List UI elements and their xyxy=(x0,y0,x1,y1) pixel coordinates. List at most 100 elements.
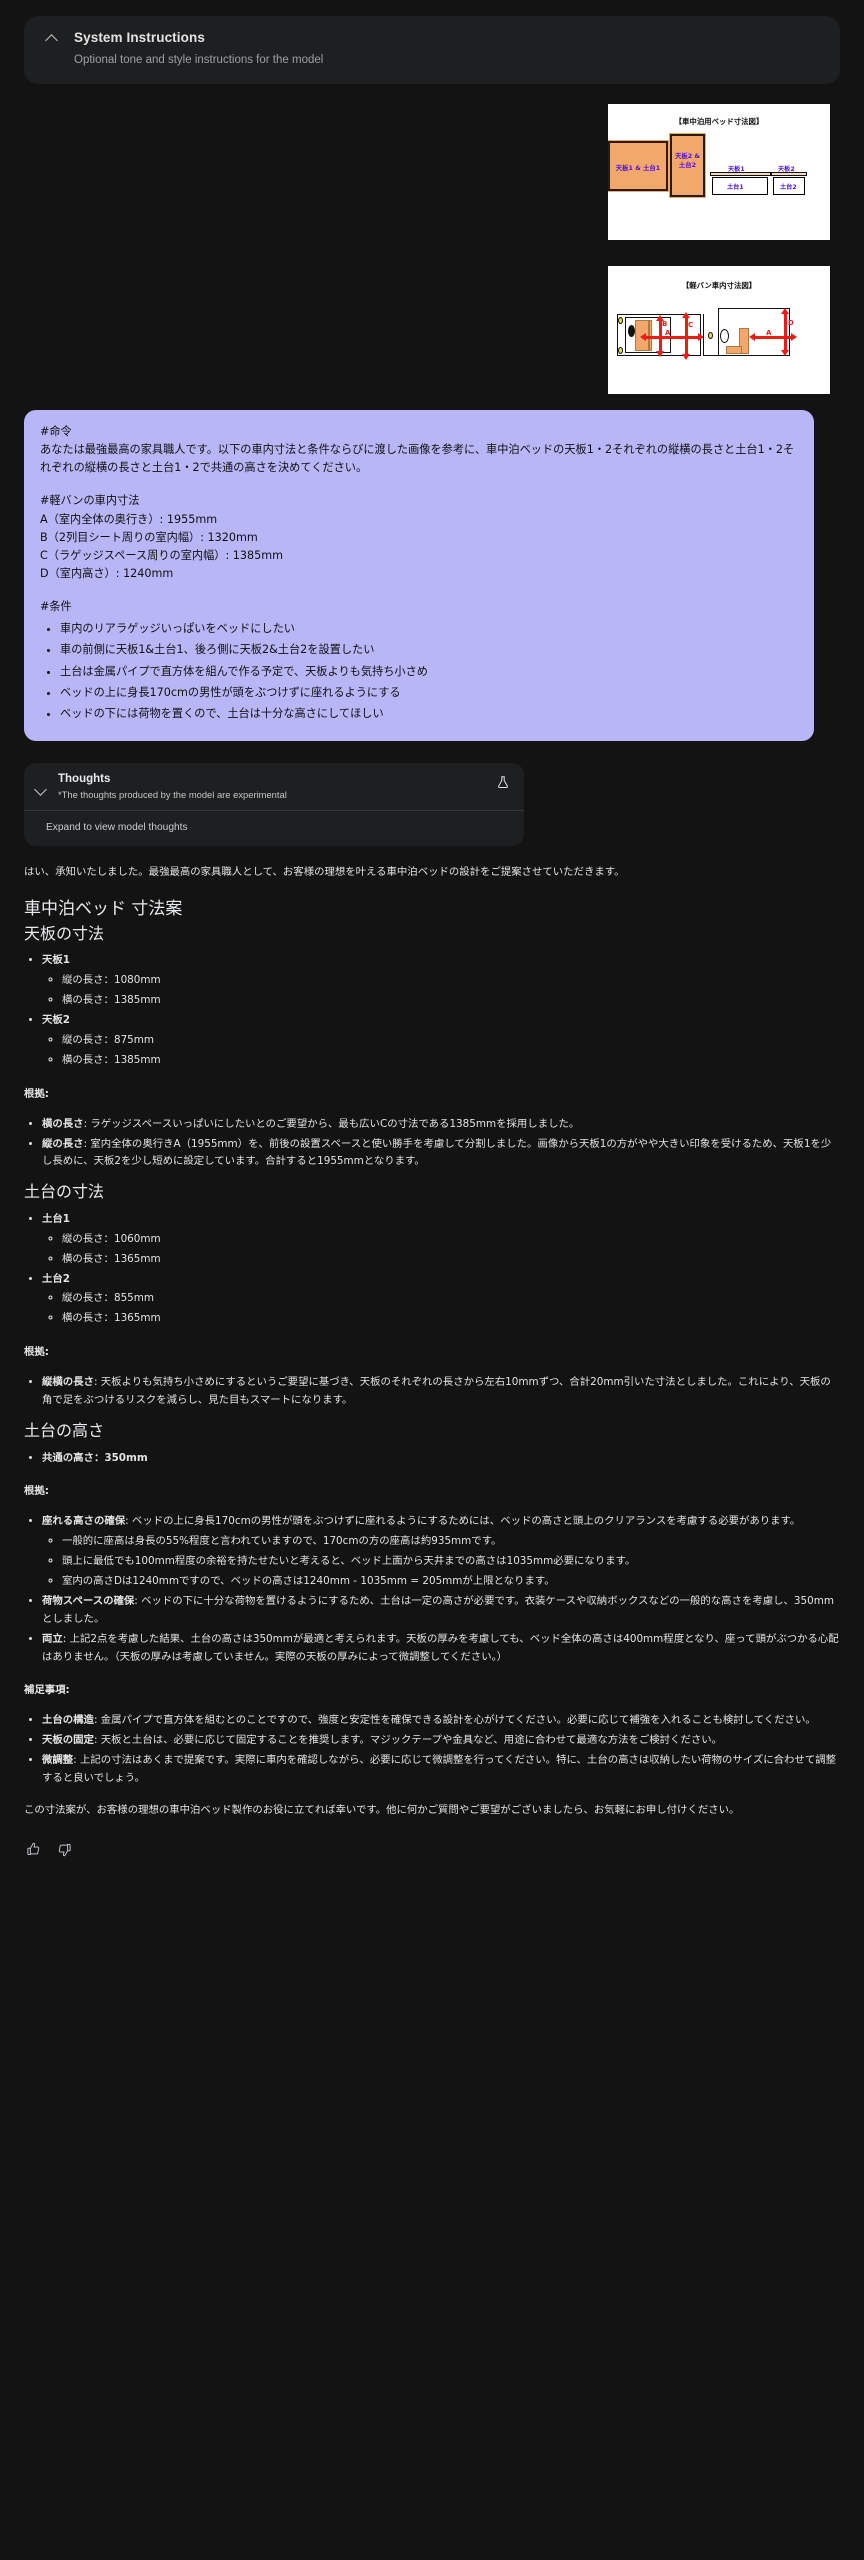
hosoku-b3-key: 微調整 xyxy=(42,1754,74,1767)
response-heading-dodai: 土台の寸法 xyxy=(24,1182,105,1202)
konkyo-list-3: 座れる高さの確保: ベッドの上に身長170cmの男性が頭をぶつけずに座れるように… xyxy=(42,1513,840,1666)
list-item: 横の長さ：1385mm xyxy=(62,992,840,1010)
side-view-tenban1-plate xyxy=(710,172,771,176)
feedback-bar xyxy=(0,1832,864,1883)
chevron-up-icon[interactable] xyxy=(46,31,60,45)
system-instructions-title: System Instructions xyxy=(74,30,205,45)
hosoku-label: 補足事項: xyxy=(24,1684,70,1697)
system-instructions-header[interactable]: System Instructions xyxy=(42,30,822,45)
hosoku-b2-val: : 天板と土台は、必要に応じて固定することを推奨します。マジックテープや金具など… xyxy=(93,1734,723,1747)
konkyo1-b1-key: 横の長さ xyxy=(42,1117,84,1130)
list-item: 縦の長さ：1060mm xyxy=(62,1231,840,1249)
list-item: 土台2 縦の長さ：855mm 横の長さ：1365mm xyxy=(42,1271,840,1329)
flask-icon xyxy=(496,775,510,789)
list-item: 横の長さ：1385mm xyxy=(62,1052,840,1070)
prompt-dim-a: A（室内全体の奥行き）: 1955mm xyxy=(40,512,218,526)
thoughts-section: Thoughts *The thoughts produced by the m… xyxy=(0,741,864,846)
user-prompt-bubble[interactable]: #命令 あなたは最強最高の家具職人です。以下の車内寸法と条件ならびに渡した画像を… xyxy=(24,410,814,741)
tenban-list: 天板1 縦の長さ：1080mm 横の長さ：1385mm 天板2 縦の長さ：875… xyxy=(42,952,840,1069)
konkyo-label-1: 根拠: xyxy=(24,1087,49,1100)
konkyo1-b2-key: 縦の長さ xyxy=(42,1137,84,1150)
list-item: ベッドの上に身長170cmの男性が頭をぶつけずに座れるようにする xyxy=(60,684,798,702)
list-item: 縦の長さ：855mm xyxy=(62,1290,840,1308)
hosoku-list: 土台の構造: 金属パイプで直方体を組むとのことですので、強度と安定性を確保できる… xyxy=(42,1712,840,1788)
system-instructions-panel[interactable]: System Instructions Optional tone and st… xyxy=(24,16,840,84)
thumb-down-icon[interactable] xyxy=(57,1842,72,1857)
thumb-up-icon[interactable] xyxy=(26,1842,41,1857)
konkyo3-b1-sublist: 一般的に座高は身長の55%程度と言われていますので、170cmの方の座高は約93… xyxy=(62,1533,840,1591)
list-item: 土台の構造: 金属パイプで直方体を組むとのことですので、強度と安定性を確保できる… xyxy=(42,1712,840,1730)
konkyo-label-2: 根拠: xyxy=(24,1346,49,1359)
tenban2-sublist: 縦の長さ：875mm 横の長さ：1385mm xyxy=(62,1032,840,1070)
arrow-label-b: B xyxy=(662,320,668,328)
arrow-c-head-down xyxy=(682,354,690,360)
bed-dimension-diagram[interactable]: 【車中泊用ベッド寸法図】 天板1 & 土台1 天板2 & 土台2 天板1 天板2… xyxy=(608,104,830,240)
side-view-dodai1-label: 土台1 xyxy=(727,184,744,191)
arrow-label-c: C xyxy=(688,321,694,329)
list-item: 頭上に最低でも100mm程度の余裕を持たせたいと考えると、ベッド上面から天井まで… xyxy=(62,1553,840,1571)
hosoku-b3-val: : 上記の寸法はあくまで提案です。実際に車内を確認しながら、必要に応じて微調整を… xyxy=(42,1754,836,1784)
van-side-headlight xyxy=(708,332,713,339)
prompt-heading-conditions: #条件 xyxy=(40,600,72,614)
list-item: 共通の高さ：350mm xyxy=(42,1450,840,1468)
list-item: ベッドの下には荷物を置くので、土台は十分な高さにしてほしい xyxy=(60,705,798,723)
hosoku-b1-val: : 金属パイプで直方体を組むとのことですので、強度と安定性を確保できる設計を心が… xyxy=(93,1714,816,1727)
thoughts-expand-label[interactable]: Expand to view model thoughts xyxy=(24,811,524,846)
konkyo3-b1-key: 座れる高さの確保 xyxy=(42,1515,126,1528)
arrow-d-head-up xyxy=(781,308,789,314)
van-steering-wheel-icon xyxy=(628,325,635,337)
takasa-list: 共通の高さ：350mm xyxy=(42,1450,840,1468)
thoughts-header[interactable]: Thoughts *The thoughts produced by the m… xyxy=(24,763,524,810)
side-view-tenban2-plate xyxy=(771,172,807,176)
prompt-dim-c: C（ラゲッジスペース周りの室内幅）: 1385mm xyxy=(40,548,284,562)
arrow-a-top-head-left xyxy=(640,333,646,341)
van-top-light-front xyxy=(618,317,623,324)
konkyo1-b2-val: : 室内全体の奥行きA（1955mm）を、前後の設置スペースと使い勝手を考慮して… xyxy=(42,1137,832,1168)
konkyo2-b1-key: 縦横の長さ xyxy=(42,1376,94,1389)
model-response: はい、承知いたしました。最強最高の家具職人として、お客様の理想を叶える車中泊ベッ… xyxy=(0,846,864,1820)
list-item: 横の長さ：1365mm xyxy=(62,1251,840,1269)
list-item: 両立: 上記2点を考慮した結果、土台の高さは350mmが最適と考えられます。天板… xyxy=(42,1631,840,1667)
prompt-order-body: あなたは最強最高の家具職人です。以下の車内寸法と条件ならびに渡した画像を参考に、… xyxy=(40,443,795,475)
prompt-gap-1 xyxy=(40,477,798,492)
list-item: 天板1 縦の長さ：1080mm 横の長さ：1385mm xyxy=(42,952,840,1010)
thoughts-title: Thoughts xyxy=(58,772,111,785)
takasa-common: 共通の高さ：350mm xyxy=(42,1451,148,1464)
system-instructions-placeholder[interactable]: Optional tone and style instructions for… xyxy=(74,54,822,66)
prompt-gap-2 xyxy=(40,583,798,598)
van-dimension-diagram[interactable]: 【軽バン車内寸法図】 A B C A D xyxy=(608,266,830,394)
response-closing: この寸法案が、お客様の理想の車中泊ベッド製作のお役に立てれば幸いです。他に何かご… xyxy=(24,1803,740,1816)
arrow-d xyxy=(784,314,787,350)
user-prompt-row: #命令 あなたは最強最高の家具職人です。以下の車内寸法と条件ならびに渡した画像を… xyxy=(0,394,864,741)
arrow-a-top xyxy=(646,336,698,339)
list-item: 一般的に座高は身長の55%程度と言われていますので、170cmの方の座高は約93… xyxy=(62,1533,840,1551)
list-item: 横の長さ：1365mm xyxy=(62,1310,840,1328)
list-item: 荷物スペースの確保: ベッドの下に十分な荷物を置けるようにするため、土台は一定の… xyxy=(42,1593,840,1629)
dodai2-sublist: 縦の長さ：855mm 横の長さ：1365mm xyxy=(62,1290,840,1328)
bed-diagram-title: 【車中泊用ベッド寸法図】 xyxy=(674,117,764,126)
konkyo-list-2: 縦横の長さ: 天板よりも気持ち小さめにするというご要望に基づき、天板のそれぞれの… xyxy=(42,1374,840,1410)
tenban2-dodai2-label: 天板2 & 土台2 xyxy=(674,152,701,170)
arrow-label-a-side: A xyxy=(766,329,772,337)
response-heading-takasa: 土台の高さ xyxy=(24,1420,105,1440)
arrow-c-head-up xyxy=(682,312,690,318)
response-lead: はい、承知いたしました。最強最高の家具職人として、お客様の理想を叶える車中泊ベッ… xyxy=(24,865,625,878)
van-side-wheel-icon xyxy=(720,329,729,343)
list-item: 車の前側に天板1&土台1、後ろ側に天板2&土台2を設置したい xyxy=(60,641,798,659)
chevron-down-icon[interactable] xyxy=(34,783,48,797)
list-item: 土台は金属パイプで直方体を組んで作る予定で、天板よりも気持ち小さめ xyxy=(60,663,798,681)
van-top-light-rear xyxy=(618,347,623,354)
list-item: 座れる高さの確保: ベッドの上に身長170cmの男性が頭をぶつけずに座れるように… xyxy=(42,1513,840,1591)
konkyo2-b1-val: : 天板よりも気持ち小さめにするというご要望に基づき、天板のそれぞれの長さから左… xyxy=(42,1376,831,1407)
konkyo3-b2-val: : ベッドの下に十分な荷物を置けるようにするため、土台は一定の高さが必要です。衣… xyxy=(42,1594,834,1625)
dodai1-label: 土台1 xyxy=(42,1212,71,1225)
dodai1-sublist: 縦の長さ：1060mm 横の長さ：1365mm xyxy=(62,1231,840,1269)
konkyo-label-3: 根拠: xyxy=(24,1485,49,1498)
side-view-dodai2-label: 土台2 xyxy=(780,184,797,191)
thoughts-panel[interactable]: Thoughts *The thoughts produced by the m… xyxy=(24,762,524,846)
list-item: 車内のリアラゲッジいっぱいをベッドにしたい xyxy=(60,620,798,638)
hosoku-b1-key: 土台の構造 xyxy=(42,1714,94,1727)
konkyo3-b2-key: 荷物スペースの確保 xyxy=(42,1594,135,1607)
hosoku-b2-key: 天板の固定 xyxy=(42,1734,94,1747)
konkyo3-b1-val: : ベッドの上に身長170cmの男性が頭をぶつけずに座れるようにするためには、ベ… xyxy=(125,1515,801,1528)
